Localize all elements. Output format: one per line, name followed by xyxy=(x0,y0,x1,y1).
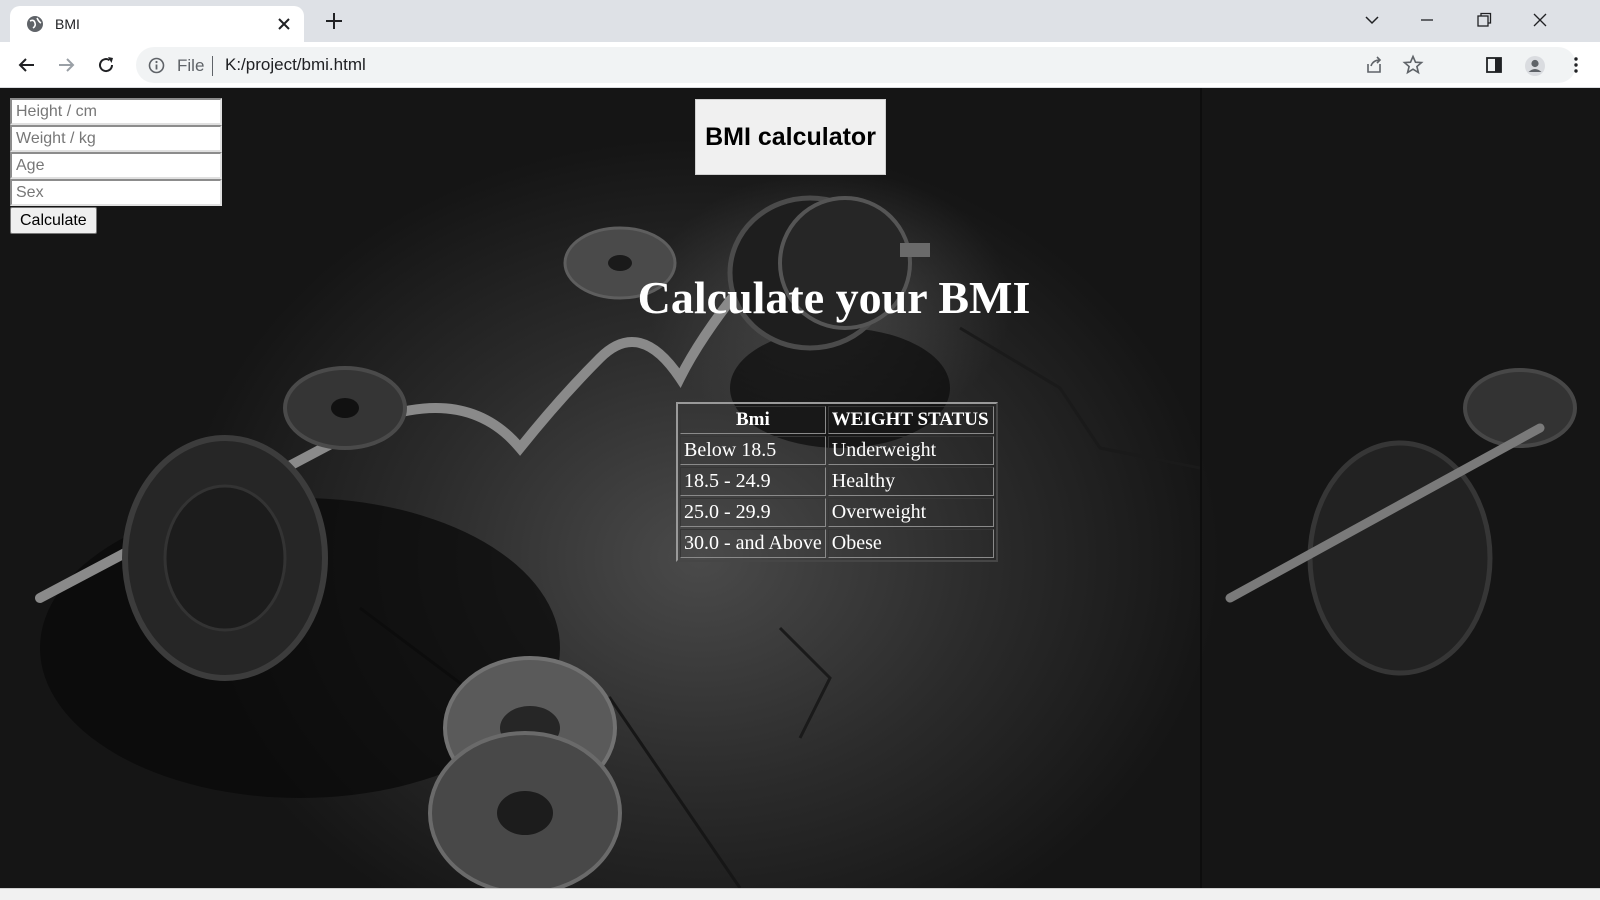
table-row: 25.0 - 29.9 Overweight xyxy=(680,498,994,527)
brand-title: BMI calculator xyxy=(695,99,886,175)
sex-input[interactable] xyxy=(10,179,222,206)
bmi-form: Calculate xyxy=(10,98,222,234)
menu-icon[interactable] xyxy=(1562,51,1590,79)
bmi-status-table: Bmi WEIGHT STATUS Below 18.5 Underweight… xyxy=(676,402,998,562)
table-cell-status: Overweight xyxy=(827,498,994,527)
weight-input[interactable] xyxy=(10,125,222,152)
close-icon[interactable] xyxy=(274,14,294,34)
table-row: 18.5 - 24.9 Healthy xyxy=(680,467,994,496)
table-cell-status: Healthy xyxy=(827,467,994,496)
table-cell-status: Obese xyxy=(827,529,994,558)
table-cell-bmi: Below 18.5 xyxy=(680,436,826,465)
address-bar[interactable]: File K:/project/bmi.html xyxy=(136,47,1576,83)
reload-icon[interactable] xyxy=(92,51,120,79)
height-input[interactable] xyxy=(10,98,222,125)
table-header-row: Bmi WEIGHT STATUS xyxy=(680,406,994,434)
browser-tab[interactable]: BMI xyxy=(10,6,304,42)
side-panel-icon[interactable] xyxy=(1480,51,1508,79)
page-viewport: Calculate BMI calculator Calculate your … xyxy=(0,88,1600,888)
age-input[interactable] xyxy=(10,152,222,179)
star-icon[interactable] xyxy=(1402,54,1424,76)
background-tile-seam xyxy=(1200,88,1202,888)
url-separator xyxy=(212,56,213,76)
table-header-weight-status: WEIGHT STATUS xyxy=(827,406,994,434)
globe-icon xyxy=(26,15,44,33)
minimize-icon[interactable] xyxy=(1413,8,1441,32)
plus-icon[interactable] xyxy=(322,9,346,33)
table-cell-bmi: 30.0 - and Above xyxy=(680,529,826,558)
restore-icon[interactable] xyxy=(1470,8,1498,32)
table-cell-status: Underweight xyxy=(827,436,994,465)
back-icon[interactable] xyxy=(13,51,41,79)
table-cell-bmi: 18.5 - 24.9 xyxy=(680,467,826,496)
table-row: 30.0 - and Above Obese xyxy=(680,529,994,558)
url-text[interactable]: K:/project/bmi.html xyxy=(225,55,366,75)
info-icon[interactable] xyxy=(148,57,165,74)
table-header-bmi: Bmi xyxy=(680,406,826,434)
window-bottom-edge xyxy=(0,888,1600,900)
table-cell-bmi: 25.0 - 29.9 xyxy=(680,498,826,527)
calculate-button[interactable]: Calculate xyxy=(10,207,97,234)
browser-toolbar: File K:/project/bmi.html xyxy=(0,42,1600,88)
table-row: Below 18.5 Underweight xyxy=(680,436,994,465)
browser-tabstrip: BMI xyxy=(0,0,1600,42)
profile-icon[interactable] xyxy=(1520,51,1548,79)
chevron-down-icon[interactable] xyxy=(1358,8,1386,32)
close-window-icon[interactable] xyxy=(1526,8,1554,32)
tab-title: BMI xyxy=(55,16,80,32)
url-scheme: File xyxy=(177,56,205,75)
share-icon[interactable] xyxy=(1363,54,1385,76)
forward-icon[interactable] xyxy=(52,51,80,79)
page-headline: Calculate your BMI xyxy=(637,272,1031,323)
